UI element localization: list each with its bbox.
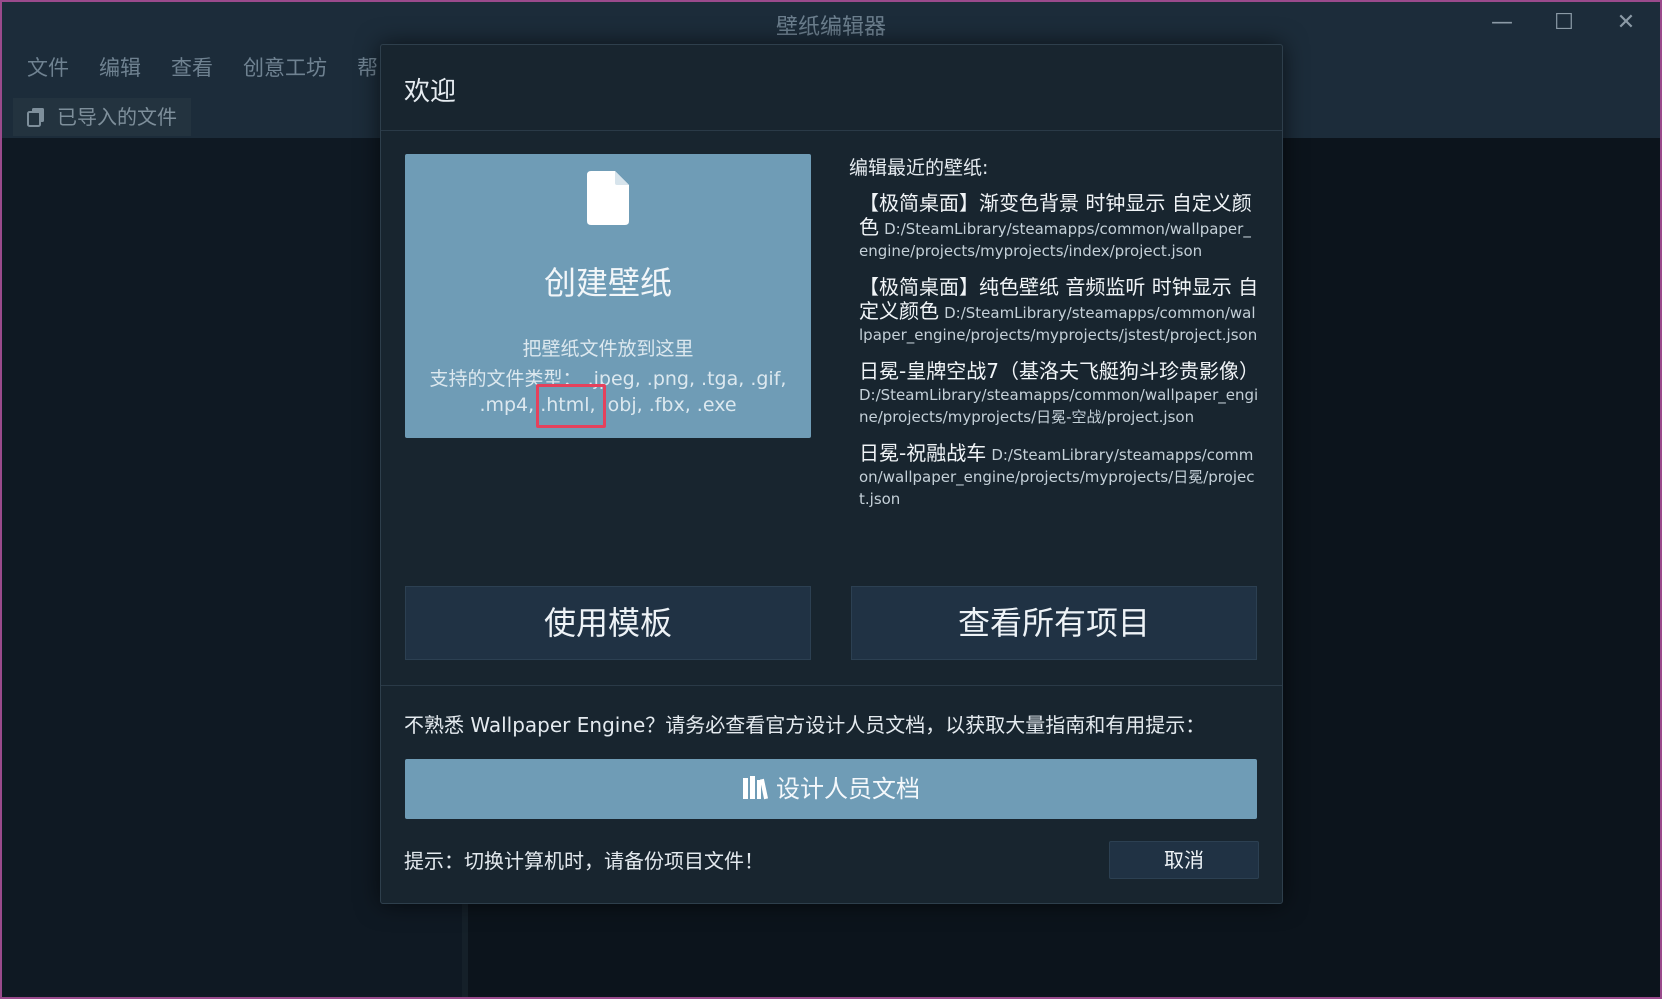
tab-label: 已导入的文件: [57, 105, 177, 129]
welcome-dialog: 欢迎 创建壁纸 把壁纸文件放到这里 支持的文件类型： .jpeg, .png, …: [380, 44, 1283, 904]
use-template-button[interactable]: 使用模板: [405, 586, 811, 660]
drop-hint: 把壁纸文件放到这里: [522, 338, 694, 360]
create-wallpaper-title: 创建壁纸: [543, 264, 672, 302]
divider: [381, 685, 1282, 686]
create-wallpaper-dropzone[interactable]: 创建壁纸 把壁纸文件放到这里 支持的文件类型： .jpeg, .png, .tg…: [405, 154, 811, 438]
html-highlight-box: [536, 384, 606, 428]
designer-docs-button[interactable]: 设计人员文档: [405, 759, 1257, 819]
dialog-title: 欢迎: [404, 77, 457, 107]
recent-item[interactable]: 日冕-皇牌空战7（基洛夫飞艇狗斗珍贵影像） D:/SteamLibrary/st…: [859, 360, 1259, 428]
file-types-line1: 支持的文件类型： .jpeg, .png, .tga, .gif,: [429, 368, 787, 390]
window-title: 壁纸编辑器: [775, 15, 886, 40]
designer-docs-label: 设计人员文档: [776, 775, 920, 803]
recent-item-name: 日冕-祝融战车: [859, 441, 987, 465]
cancel-button[interactable]: 取消: [1109, 841, 1259, 879]
books-icon: [743, 776, 768, 800]
tab-imported-files[interactable]: 已导入的文件: [13, 98, 191, 136]
recent-wallpapers: 编辑最近的壁纸: 【极简桌面】渐变色背景 时钟显示 自定义颜色 D:/Steam…: [849, 153, 1259, 524]
menu-view[interactable]: 查看: [171, 52, 213, 82]
backup-tip: 提示：切换计算机时，请备份项目文件！: [404, 849, 764, 873]
recent-heading: 编辑最近的壁纸:: [849, 157, 989, 179]
close-button[interactable]: ✕: [1596, 2, 1656, 44]
menu-edit[interactable]: 编辑: [99, 52, 141, 82]
menu-help[interactable]: 帮: [357, 52, 378, 82]
recent-item[interactable]: 日冕-祝融战车 D:/SteamLibrary/steamapps/common…: [859, 442, 1259, 510]
divider: [381, 130, 1282, 131]
recent-item-path: D:/SteamLibrary/steamapps/common/wallpap…: [859, 220, 1251, 260]
file-icon: [587, 171, 629, 225]
view-all-projects-button[interactable]: 查看所有项目: [851, 586, 1257, 660]
maximize-button[interactable]: ☐: [1534, 2, 1594, 44]
file-types-line2: .mp4, .html, .obj, .fbx, .exe: [479, 394, 737, 416]
recent-item-name: 日冕-皇牌空战7（基洛夫飞艇狗斗珍贵影像）: [859, 359, 1259, 383]
recent-item[interactable]: 【极简桌面】渐变色背景 时钟显示 自定义颜色 D:/SteamLibrary/s…: [859, 192, 1259, 262]
minimize-button[interactable]: —: [1472, 2, 1532, 44]
title-bar: 壁纸编辑器 — ☐ ✕ ✳: [2, 2, 1660, 87]
docs-hint: 不熟悉 Wallpaper Engine？请务必查看官方设计人员文档，以获取大量…: [404, 713, 1206, 737]
menu-file[interactable]: 文件: [27, 52, 69, 82]
recent-item-path: D:/SteamLibrary/steamapps/common/wallpap…: [859, 386, 1259, 426]
recent-item[interactable]: 【极简桌面】纯色壁纸 音频监听 时钟显示 自定义颜色 D:/SteamLibra…: [859, 276, 1259, 346]
copy-icon: [27, 108, 44, 127]
menu-workshop[interactable]: 创意工坊: [243, 52, 327, 82]
